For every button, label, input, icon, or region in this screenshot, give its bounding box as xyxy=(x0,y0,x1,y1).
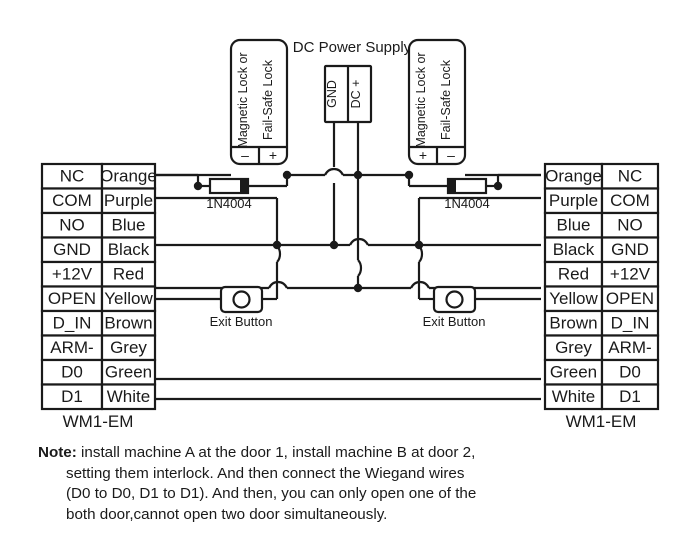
diode-left-label: 1N4004 xyxy=(206,196,252,211)
terminal-label: ARM- xyxy=(608,338,651,357)
lock-left-terminal-plus: + xyxy=(269,147,277,163)
note-line-4: both door,cannot open two door simultane… xyxy=(66,505,388,523)
terminal-label: NO xyxy=(617,216,643,235)
lock-left: Magnetic Lock or Fail-Safe Lock – + xyxy=(229,38,289,166)
lock-left-label-line1: Magnetic Lock or xyxy=(236,52,250,147)
lock-right-terminal-minus: – xyxy=(447,147,455,163)
note-line-3: (D0 to D0, D1 to D1). And then, you can … xyxy=(66,485,477,502)
terminal-label: OPEN xyxy=(48,289,96,308)
terminal-table-left: NC Orange COM Purple NO Blue GND Black +12V Red OP… xyxy=(40,162,157,411)
note-block: Note: install machine A at the door 1, i… xyxy=(38,443,660,525)
terminal-label: +12V xyxy=(610,265,651,284)
terminal-label: Green xyxy=(105,363,152,382)
terminal-label: GND xyxy=(53,240,91,259)
lock-right: Magnetic Lock or Fail-Safe Lock + – xyxy=(407,38,467,166)
terminal-table-right: Orange NC Purple COM Blue NO Black GND Red +12V Ye… xyxy=(543,162,660,411)
note-line-1: Note: install machine A at the door 1, i… xyxy=(38,443,660,464)
power-supply-terminal-gnd: GND xyxy=(325,80,339,108)
terminal-label: Black xyxy=(108,240,150,259)
diode-left: 1N4004 xyxy=(206,177,252,211)
terminal-label: White xyxy=(552,387,595,406)
terminal-label: D0 xyxy=(61,363,83,382)
exit-button-left: Exit Button xyxy=(210,285,273,329)
terminal-label: Blue xyxy=(111,216,145,235)
terminal-label: D0 xyxy=(619,363,641,382)
terminal-label: Red xyxy=(113,265,144,284)
lock-right-terminal-plus: + xyxy=(419,147,427,163)
terminal-label: White xyxy=(107,387,150,406)
diode-right-label: 1N4004 xyxy=(444,196,490,211)
terminal-label: Yellow xyxy=(549,289,598,308)
terminal-label: Green xyxy=(550,363,597,382)
terminal-label: Black xyxy=(553,240,595,259)
terminal-label: D_IN xyxy=(53,314,92,333)
diode-right: 1N4004 xyxy=(444,177,490,211)
terminal-label: Yellow xyxy=(104,289,153,308)
terminal-label: NC xyxy=(60,167,85,186)
exit-button-left-label: Exit Button xyxy=(210,314,273,329)
terminal-label: NC xyxy=(618,167,643,186)
lock-left-terminal-minus: – xyxy=(241,147,249,163)
terminal-label: ARM- xyxy=(50,338,93,357)
terminal-label: Orange xyxy=(545,167,602,186)
terminal-label: Purple xyxy=(104,191,153,210)
lock-right-label-line2: Fail-Safe Lock xyxy=(439,59,453,140)
terminal-label: Brown xyxy=(549,314,597,333)
terminal-label: Blue xyxy=(556,216,590,235)
wire-network xyxy=(155,122,541,401)
terminal-label: +12V xyxy=(52,265,93,284)
terminal-label: Red xyxy=(558,265,589,284)
terminal-label: Orange xyxy=(100,167,157,186)
terminal-label: OPEN xyxy=(606,289,654,308)
terminal-label: GND xyxy=(611,240,649,259)
note-line-2: setting them interlock. And then connect… xyxy=(66,464,465,482)
terminal-label: Brown xyxy=(104,314,152,333)
terminal-label: Grey xyxy=(555,338,592,357)
lock-right-label-line1: Magnetic Lock or xyxy=(414,52,428,147)
power-supply-title: DC Power Supply xyxy=(293,39,412,56)
note-keyword: Note: xyxy=(38,444,77,461)
terminal-label: D1 xyxy=(619,387,641,406)
device-right-label: WM1-EM xyxy=(566,412,637,431)
device-left-label: WM1-EM xyxy=(63,412,134,431)
note-line-1-text: install machine A at the door 1, install… xyxy=(76,444,476,461)
dc-power-supply: DC Power Supply GND DC + xyxy=(293,39,412,124)
terminal-label: COM xyxy=(52,191,92,210)
power-supply-terminal-dcplus: DC + xyxy=(349,80,363,109)
terminal-label: Grey xyxy=(110,338,147,357)
terminal-label: Purple xyxy=(549,191,598,210)
terminal-label: D1 xyxy=(61,387,83,406)
terminal-label: D_IN xyxy=(611,314,650,333)
terminal-label: NO xyxy=(59,216,85,235)
exit-button-right-label: Exit Button xyxy=(423,314,486,329)
terminal-label: COM xyxy=(610,191,650,210)
exit-button-right: Exit Button xyxy=(423,285,486,329)
lock-left-label-line2: Fail-Safe Lock xyxy=(261,59,275,140)
